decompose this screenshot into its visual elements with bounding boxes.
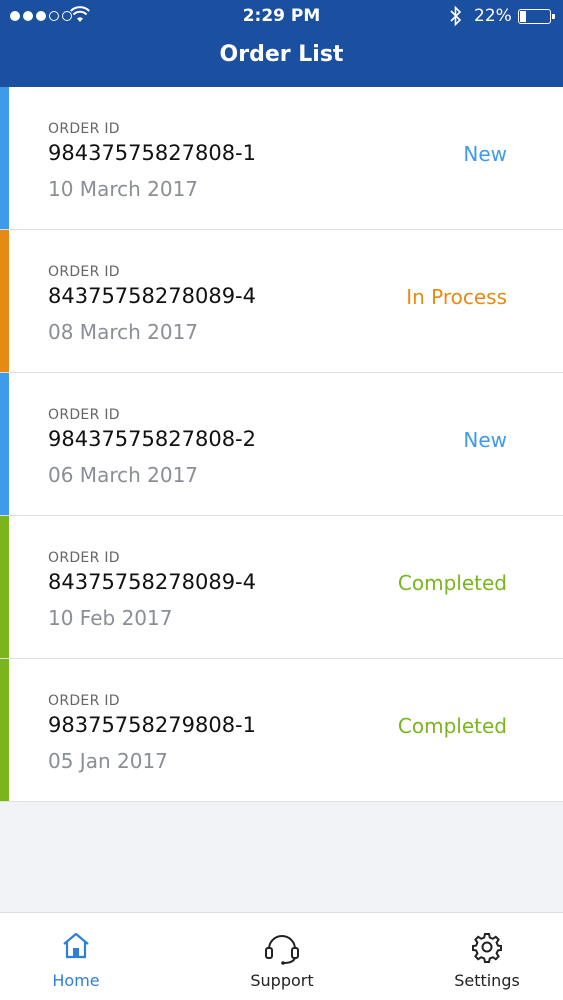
order-status: Completed: [397, 714, 507, 738]
headset-icon: [265, 935, 299, 965]
home-icon: [63, 932, 89, 959]
order-date: 08 March 2017: [48, 320, 199, 344]
battery-icon: [518, 9, 555, 24]
order-id: 84375758278089-4: [48, 284, 256, 308]
tab-bar: Home Support Settings: [0, 912, 563, 1000]
status-color-bar: [0, 87, 9, 229]
order-date: 10 Feb 2017: [48, 606, 173, 630]
order-date: 06 March 2017: [48, 463, 199, 487]
order-row[interactable]: ORDER ID 98437575827808-2 06 March 2017 …: [0, 373, 563, 516]
order-status: New: [463, 428, 507, 452]
tab-home[interactable]: Home: [30, 913, 122, 1000]
order-row[interactable]: ORDER ID 98375758279808-1 05 Jan 2017 Co…: [0, 659, 563, 802]
order-id-label: ORDER ID: [48, 264, 120, 280]
status-color-bar: [0, 373, 9, 515]
order-id-label: ORDER ID: [48, 121, 120, 137]
order-id: 98437575827808-2: [48, 427, 256, 451]
app-header: 2:29 PM 22% Order List: [0, 0, 563, 87]
order-id: 98375758279808-1: [48, 713, 256, 737]
order-id-label: ORDER ID: [48, 550, 120, 566]
tab-label: Support: [250, 971, 314, 990]
order-id: 84375758278089-4: [48, 570, 256, 594]
status-color-bar: [0, 230, 9, 372]
status-color-bar: [0, 659, 9, 801]
order-row[interactable]: ORDER ID 84375758278089-4 10 Feb 2017 Co…: [0, 516, 563, 659]
tab-support[interactable]: Support: [236, 913, 328, 1000]
order-row[interactable]: ORDER ID 98437575827808-1 10 March 2017 …: [0, 87, 563, 230]
order-status: New: [463, 142, 507, 166]
page-title: Order List: [219, 42, 344, 67]
gear-icon: [472, 933, 502, 963]
bluetooth-icon: [450, 5, 462, 27]
tab-label: Home: [52, 971, 100, 990]
tab-label: Settings: [454, 971, 520, 990]
order-date: 10 March 2017: [48, 177, 199, 201]
order-status: In Process: [406, 285, 507, 309]
order-id-label: ORDER ID: [48, 693, 120, 709]
order-status: Completed: [397, 571, 507, 595]
tab-settings[interactable]: Settings: [441, 913, 533, 1000]
order-list: ORDER ID 98437575827808-1 10 March 2017 …: [0, 87, 563, 802]
order-id: 98437575827808-1: [48, 141, 256, 165]
status-color-bar: [0, 516, 9, 658]
order-date: 05 Jan 2017: [48, 749, 168, 773]
order-id-label: ORDER ID: [48, 407, 120, 423]
status-bar: 2:29 PM 22%: [0, 0, 563, 34]
battery-percent: 22%: [474, 6, 512, 26]
order-row[interactable]: ORDER ID 84375758278089-4 08 March 2017 …: [0, 230, 563, 373]
